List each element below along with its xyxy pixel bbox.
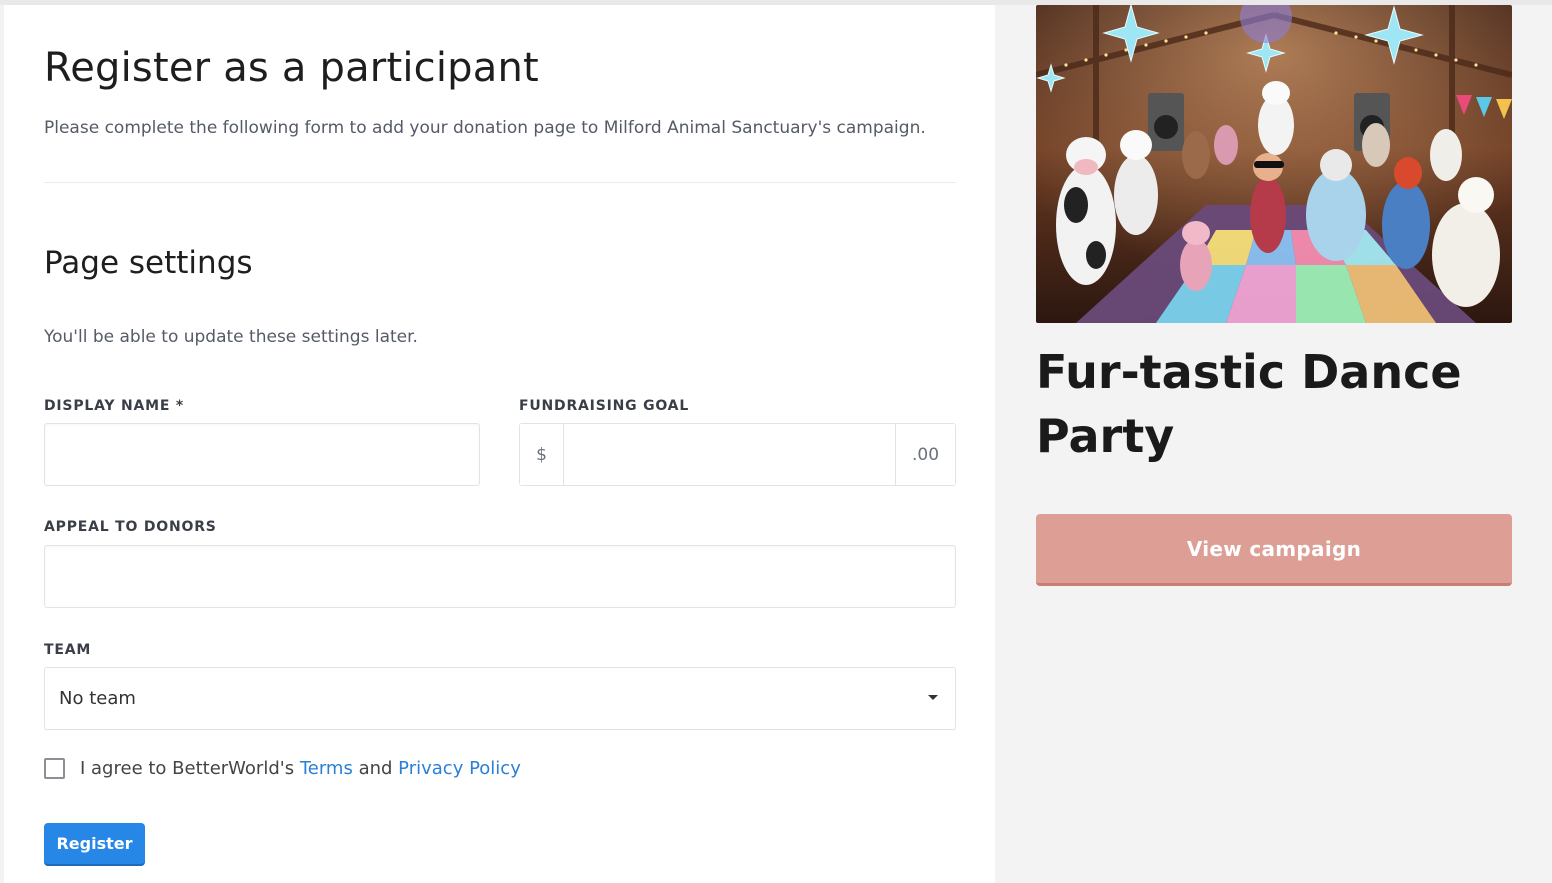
terms-link[interactable]: Terms: [300, 758, 353, 779]
campaign-image: [1036, 5, 1512, 323]
fundraising-goal-input[interactable]: [564, 424, 895, 485]
team-label: TEAM: [44, 642, 92, 658]
agree-text: I agree to BetterWorld's: [80, 758, 295, 779]
section-note: You'll be able to update these settings …: [44, 327, 418, 347]
chevron-down-icon: [928, 695, 938, 700]
terms-checkbox[interactable]: [44, 758, 65, 779]
fundraising-goal-field: $ .00: [519, 423, 956, 486]
team-selected-value: No team: [59, 688, 136, 709]
team-select[interactable]: No team: [44, 667, 956, 730]
display-name-input[interactable]: [44, 423, 480, 486]
appeal-label: APPEAL TO DONORS: [44, 519, 217, 535]
campaign-title: Fur-tastic Dance Party: [1036, 345, 1462, 463]
agree-and-text: and: [358, 758, 393, 779]
privacy-policy-link[interactable]: Privacy Policy: [398, 758, 521, 779]
divider: [44, 182, 956, 183]
intro-text: Please complete the following form to ad…: [44, 118, 926, 138]
cents-suffix: .00: [895, 424, 955, 485]
display-name-label: DISPLAY NAME *: [44, 398, 185, 414]
appeal-input[interactable]: [44, 545, 956, 608]
fundraising-goal-label: FUNDRAISING GOAL: [519, 398, 690, 414]
currency-prefix: $: [520, 424, 564, 485]
terms-agreement: I agree to BetterWorld's Terms and Priva…: [44, 758, 521, 779]
dance-party-illustration: [1036, 5, 1512, 323]
view-campaign-button[interactable]: View campaign: [1036, 514, 1512, 586]
section-title: Page settings: [44, 245, 253, 281]
register-button[interactable]: Register: [44, 823, 145, 864]
page-title: Register as a participant: [44, 45, 539, 91]
registration-form-panel: Register as a participant Please complet…: [4, 5, 995, 883]
